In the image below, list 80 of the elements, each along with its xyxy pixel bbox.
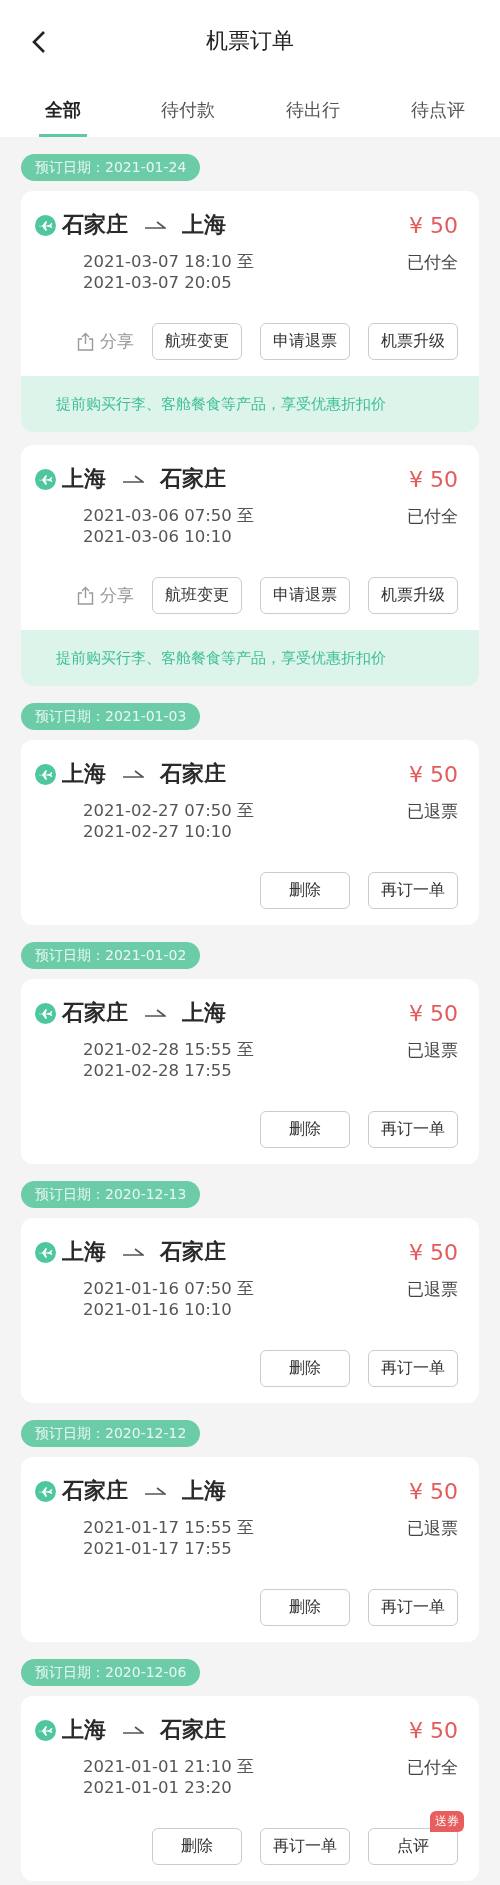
plane-icon — [35, 1241, 56, 1263]
action-button[interactable]: 机票升级 — [368, 577, 458, 614]
order-status: 已退票 — [407, 1039, 458, 1062]
booking-date-label: 预订日期：2021-01-24 — [21, 154, 201, 181]
tab[interactable]: 待出行 — [250, 82, 375, 137]
booking-date-label: 预订日期：2021-01-02 — [21, 942, 201, 969]
share-icon[interactable] — [77, 332, 94, 351]
departure-city: 石家庄 — [62, 211, 128, 239]
plane-icon — [35, 1480, 56, 1502]
order-status: 已付全 — [407, 1756, 458, 1779]
page-title: 机票订单 — [206, 27, 294, 55]
arrival-time: 2021-02-28 17:55 — [83, 1060, 233, 1081]
coupon-badge: 送券 — [430, 1811, 464, 1832]
departure-city: 上海 — [62, 1716, 106, 1744]
action-button[interactable]: 再订一单 — [368, 1111, 458, 1148]
departure-time: 2021-02-27 07:50 至 — [83, 800, 254, 821]
arrival-time: 2021-03-07 20:05 — [83, 272, 233, 293]
order-status: 已退票 — [407, 1517, 458, 1540]
price: ¥ 50 — [409, 1717, 458, 1743]
tab[interactable]: 待付款 — [125, 82, 250, 137]
departure-city: 石家庄 — [62, 1477, 128, 1505]
share-icon[interactable] — [77, 586, 94, 605]
plane-icon — [35, 763, 56, 785]
action-button[interactable]: 再订一单 — [368, 1589, 458, 1626]
price: ¥ 50 — [409, 761, 458, 787]
action-button[interactable]: 点评 — [368, 1828, 458, 1865]
tab[interactable]: 全部 — [0, 82, 125, 137]
plane-icon — [35, 1002, 56, 1024]
order-status: 已退票 — [407, 800, 458, 823]
arrival-city: 石家庄 — [160, 760, 226, 788]
plane-icon — [35, 214, 56, 236]
plane-icon — [35, 1719, 56, 1741]
booking-date-label: 预订日期：2020-12-06 — [21, 1659, 201, 1686]
action-button[interactable]: 删除 — [152, 1828, 242, 1865]
arrival-city: 上海 — [182, 999, 226, 1027]
departure-time: 2021-02-28 15:55 至 — [83, 1039, 254, 1060]
booking-date-label: 预订日期：2020-12-12 — [21, 1420, 201, 1447]
arrival-time: 2021-03-06 10:10 — [83, 526, 233, 547]
price: ¥ 50 — [409, 1000, 458, 1026]
departure-city: 上海 — [62, 760, 106, 788]
arrival-time: 2021-02-27 10:10 — [83, 821, 233, 842]
arrival-city: 石家庄 — [160, 1716, 226, 1744]
departure-city: 石家庄 — [62, 999, 128, 1027]
booking-date-label: 预订日期：2020-12-13 — [21, 1181, 201, 1208]
price: ¥ 50 — [409, 1478, 458, 1504]
departure-city: 上海 — [62, 465, 106, 493]
price: ¥ 50 — [409, 466, 458, 492]
arrival-city: 上海 — [182, 211, 226, 239]
order-status: 已付全 — [407, 251, 458, 274]
action-button[interactable]: 删除 — [260, 1111, 350, 1148]
action-button[interactable]: 再订一单 — [368, 872, 458, 909]
action-button[interactable]: 航班变更 — [152, 323, 242, 360]
price: ¥ 50 — [409, 1239, 458, 1265]
order-status: 已退票 — [407, 1278, 458, 1301]
arrival-city: 石家庄 — [160, 1238, 226, 1266]
action-button[interactable]: 再订一单 — [368, 1350, 458, 1387]
departure-time: 2021-03-07 18:10 至 — [83, 251, 254, 272]
booking-date-label: 预订日期：2021-01-03 — [21, 703, 201, 730]
arrival-time: 2021-01-17 17:55 — [83, 1538, 233, 1559]
action-button[interactable]: 删除 — [260, 872, 350, 909]
arrival-time: 2021-01-16 10:10 — [83, 1299, 233, 1320]
departure-time: 2021-01-01 21:10 至 — [83, 1756, 254, 1777]
order-status: 已付全 — [407, 505, 458, 528]
departure-time: 2021-03-06 07:50 至 — [83, 505, 254, 526]
action-button[interactable]: 航班变更 — [152, 577, 242, 614]
arrival-time: 2021-01-01 23:20 — [83, 1777, 233, 1798]
action-button[interactable]: 删除 — [260, 1589, 350, 1626]
arrival-city: 上海 — [182, 1477, 226, 1505]
arrival-city: 石家庄 — [160, 465, 226, 493]
action-button[interactable]: 申请退票 — [260, 577, 350, 614]
tab[interactable]: 待点评 — [375, 82, 500, 137]
departure-time: 2021-01-17 15:55 至 — [83, 1517, 254, 1538]
action-button[interactable]: 删除 — [260, 1350, 350, 1387]
action-button[interactable]: 机票升级 — [368, 323, 458, 360]
plane-icon — [35, 468, 56, 490]
price: ¥ 50 — [409, 212, 458, 238]
action-button[interactable]: 再订一单 — [260, 1828, 350, 1865]
departure-time: 2021-01-16 07:50 至 — [83, 1278, 254, 1299]
action-button[interactable]: 申请退票 — [260, 323, 350, 360]
departure-city: 上海 — [62, 1238, 106, 1266]
